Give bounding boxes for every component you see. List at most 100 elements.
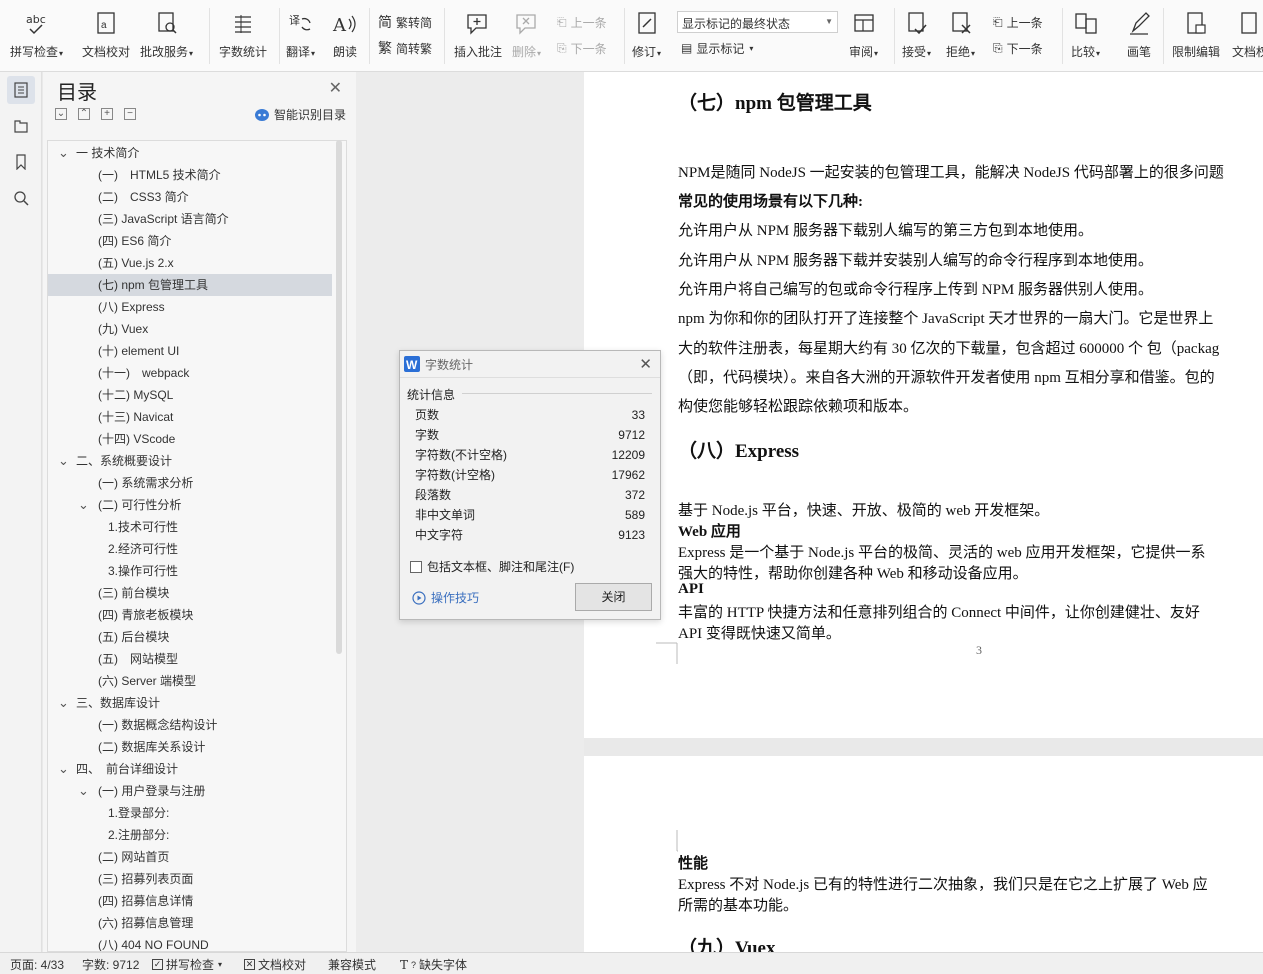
toc-item[interactable]: ⌄ 二、系统概要设计 — [48, 450, 332, 472]
toc-item[interactable]: (六) 招募信息管理 — [48, 912, 332, 934]
include-textbox-checkbox[interactable]: 包括文本框、脚注和尾注(F) — [410, 558, 574, 575]
toc-scrollbar[interactable] — [336, 140, 342, 654]
chevron-down-icon[interactable]: ⌄ — [78, 494, 89, 516]
toc-item[interactable]: (十四) VScode — [48, 428, 332, 450]
compare-button[interactable]: 比较▾ — [1071, 4, 1100, 66]
toc-item-label: (十三) Navicat — [98, 410, 174, 424]
chevron-down-icon[interactable]: ⌄ — [58, 142, 69, 164]
show-markup-button[interactable]: ▤ 显示标记 ▾ — [681, 38, 753, 58]
dialog-titlebar[interactable]: W 字数统计 — [400, 351, 660, 378]
chevron-down-icon[interactable]: ⌄ — [58, 450, 69, 472]
bookmark-icon[interactable] — [7, 148, 35, 176]
translate-button[interactable]: 译 翻译▾ — [286, 4, 315, 66]
toc-item[interactable]: (五) 网站模型 — [48, 648, 332, 670]
toc-item[interactable]: (三) 招募列表页面 — [48, 868, 332, 890]
toc-item[interactable]: ⌄ (一) 用户登录与注册 — [48, 780, 332, 802]
prev-comment-button[interactable]: ⎗ 上一条 — [557, 12, 607, 32]
toc-item-label: (十一) webpack — [98, 366, 190, 380]
delete-comment-button[interactable]: 删除▾ — [512, 4, 541, 66]
toc-item[interactable]: (十三) Navicat — [48, 406, 332, 428]
search-icon[interactable] — [7, 184, 35, 212]
restrict-edit-button[interactable]: 限制编辑 — [1172, 4, 1220, 66]
toc-item[interactable]: (一) 数据概念结构设计 — [48, 714, 332, 736]
document-page[interactable]: （七）npm 包管理工具 NPM是随同 NodeJS 一起安装的包管理工具，能解… — [584, 72, 1263, 738]
toc-item[interactable]: (十二) MySQL — [48, 384, 332, 406]
toc-item[interactable]: 2.经济可行性 — [48, 538, 332, 560]
toc-item[interactable]: 2.注册部分: — [48, 824, 332, 846]
trad-to-simp-button[interactable]: 简繁转简 — [378, 12, 432, 32]
batch-service-button[interactable]: 批改服务▾ — [140, 4, 193, 66]
toc-item[interactable]: (四) ES6 简介 — [48, 230, 332, 252]
close-button[interactable]: 关闭 — [575, 583, 652, 611]
toc-item[interactable]: (八) Express — [48, 296, 332, 318]
revise-button[interactable]: 修订▾ — [632, 4, 661, 66]
toc-item[interactable]: ⌄ (二) 可行性分析 — [48, 494, 332, 516]
pen-button[interactable]: 画笔 — [1126, 4, 1152, 66]
toc-item[interactable]: (六) Server 端模型 — [48, 670, 332, 692]
paragraph: 丰富的 HTTP 快捷方法和任意排列组合的 Connect 中间件，让你创建健壮… — [678, 605, 1200, 621]
toc-item[interactable]: (三) JavaScript 语言简介 — [48, 208, 332, 230]
missing-font-button[interactable]: T? 缺失字体 — [400, 956, 467, 973]
chevron-down-icon[interactable]: ⌄ — [58, 692, 69, 714]
toc-item[interactable]: (一) 系统需求分析 — [48, 472, 332, 494]
toc-item[interactable]: (二) CSS3 简介 — [48, 186, 332, 208]
review-button[interactable]: 审阅▾ — [849, 4, 878, 66]
insert-comment-button[interactable]: 插入批注 — [454, 4, 502, 66]
next-change-button[interactable]: ⎘ 下一条 — [993, 38, 1043, 58]
smart-toc-button[interactable]: 智能识别目录 — [254, 106, 346, 123]
toc-item[interactable]: (七) npm 包管理工具 — [48, 274, 332, 296]
page-indicator[interactable]: 页面: 4/33 — [10, 956, 64, 973]
toc-item[interactable]: (五) 后台模块 — [48, 626, 332, 648]
close-icon[interactable]: ✕ — [329, 78, 342, 98]
close-icon[interactable]: ✕ — [639, 355, 652, 373]
stat-value: 372 — [624, 488, 645, 502]
toc-item[interactable]: (十一) webpack — [48, 362, 332, 384]
word-count-indicator[interactable]: 字数: 9712 — [82, 956, 139, 973]
next-comment-icon: ⎘ — [557, 40, 567, 55]
word-count-icon — [230, 10, 256, 38]
toc-item[interactable]: 1.登录部分: — [48, 802, 332, 824]
prev-change-button[interactable]: ⎗ 上一条 — [993, 12, 1043, 32]
markup-state-select[interactable]: 显示标记的最终状态 ▼ — [677, 11, 838, 33]
toc-item[interactable]: (四) 招募信息详情 — [48, 890, 332, 912]
spell-check-button[interactable]: abc 拼写检查▾ — [10, 4, 63, 66]
chevron-down-icon[interactable]: ⌄ — [78, 780, 89, 802]
toc-item[interactable]: ⌄ 三、数据库设计 — [48, 692, 332, 714]
chevron-down-icon[interactable]: ⌄ — [58, 758, 69, 780]
chapter-nav-icon[interactable] — [7, 112, 35, 140]
toc-item[interactable]: ⌄ 一 技术简介 — [48, 142, 332, 164]
smart-robot-icon — [254, 108, 269, 121]
word-count-button[interactable]: 字数统计 — [219, 4, 267, 66]
toc-item[interactable]: (二) 网站首页 — [48, 846, 332, 868]
toc-item[interactable]: ⌄ 四、 前台详细设计 — [48, 758, 332, 780]
toc-item[interactable]: (四) 青旅老板模块 — [48, 604, 332, 626]
toc-item[interactable]: (九) Vuex — [48, 318, 332, 340]
toc-item[interactable]: (三) 前台模块 — [48, 582, 332, 604]
add-item-icon[interactable]: + — [101, 108, 113, 120]
accept-button[interactable]: 接受▾ — [902, 4, 931, 66]
spell-check-toggle[interactable]: ✓ 拼写检查 ▾ — [152, 956, 222, 973]
toc-item[interactable]: 1.技术可行性 — [48, 516, 332, 538]
collapse-all-icon[interactable]: ⌄ — [55, 108, 67, 120]
stat-label: 页数 — [415, 408, 440, 422]
reject-button[interactable]: 拒绝▾ — [946, 4, 975, 66]
toc-item[interactable]: (十) element UI — [48, 340, 332, 362]
read-aloud-button[interactable]: A 朗读 — [332, 4, 358, 66]
tips-link[interactable]: 操作技巧 — [412, 589, 479, 606]
remove-item-icon[interactable]: − — [124, 108, 136, 120]
doc-proof-status[interactable]: ✕ 文档校对 — [244, 956, 306, 973]
toc-item[interactable]: (八) 404 NO FOUND — [48, 934, 332, 951]
toc-item[interactable]: (二) 数据库关系设计 — [48, 736, 332, 758]
checkbox-box[interactable] — [410, 560, 422, 573]
toc-item[interactable]: 3.操作可行性 — [48, 560, 332, 582]
doc-rights-button[interactable]: 文档权 — [1232, 4, 1263, 66]
toc-item-label: 1.技术可行性 — [108, 520, 179, 534]
simp-to-trad-button[interactable]: 繁简转繁 — [378, 38, 432, 58]
toc-nav-icon[interactable] — [7, 76, 35, 104]
toc-item[interactable]: (一) HTML5 技术简介 — [48, 164, 332, 186]
expand-up-icon[interactable]: ⌃ — [78, 108, 90, 120]
next-comment-button[interactable]: ⎘ 下一条 — [557, 38, 607, 58]
document-page[interactable]: 性能 Express 不对 Node.js 已有的特性进行二次抽象，我们只是在它… — [584, 756, 1263, 952]
toc-item[interactable]: (五) Vue.js 2.x — [48, 252, 332, 274]
doc-proof-button[interactable]: a 文档校对 — [82, 4, 130, 66]
